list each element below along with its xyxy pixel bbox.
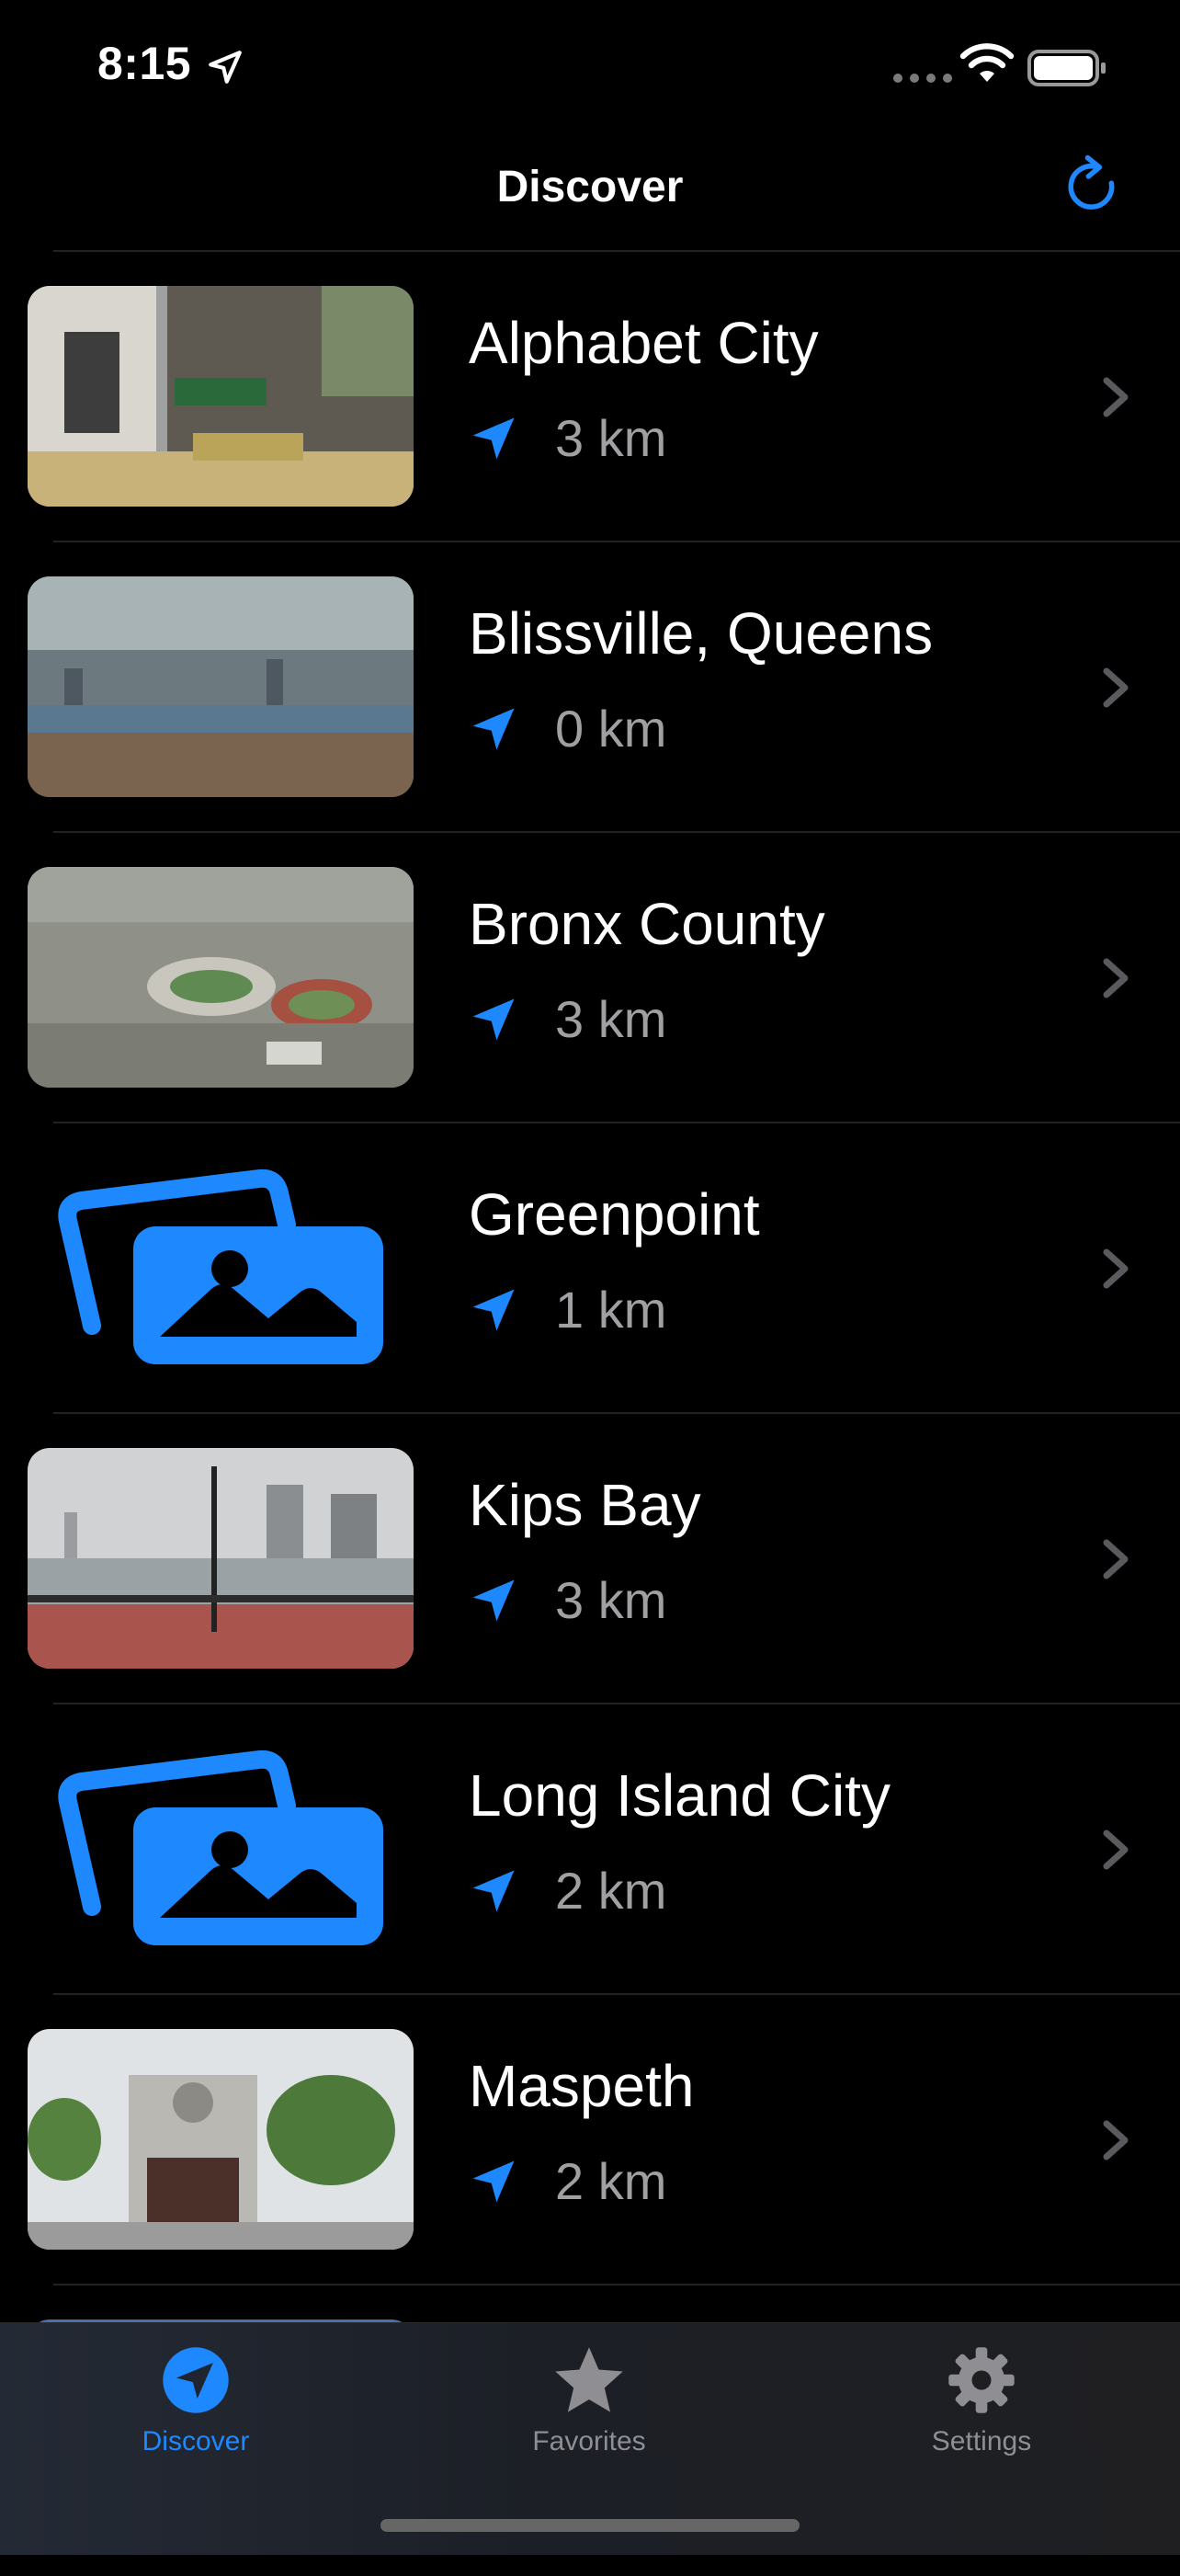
location-arrow-icon xyxy=(472,708,515,749)
chevron-right-icon xyxy=(1103,958,1129,998)
gear-icon xyxy=(948,2347,1015,2413)
location-arrow-icon xyxy=(163,2347,229,2413)
location-arrow-icon xyxy=(472,2160,515,2202)
distance-info: 0 km xyxy=(469,699,666,758)
photo-placeholder-icon xyxy=(58,1169,383,1364)
distance-text: 3 km xyxy=(555,1571,667,1629)
neighborhood-name: Kips Bay xyxy=(469,1472,701,1538)
distance-info: 2 km xyxy=(469,1861,666,1921)
chevron-right-icon xyxy=(1103,1539,1129,1579)
distance-info: 2 km xyxy=(469,2151,666,2211)
location-arrow-icon xyxy=(472,998,515,1040)
distance-text: 2 km xyxy=(555,1862,667,1920)
neighborhood-name: Maspeth xyxy=(469,2053,695,2119)
status-bar: 8:15 xyxy=(0,0,1180,138)
chevron-right-icon xyxy=(1103,2120,1129,2160)
location-arrow-icon xyxy=(472,1870,515,1911)
neighborhood-name: Alphabet City xyxy=(469,310,819,376)
distance-text: 2 km xyxy=(555,2152,667,2210)
tab-label: Settings xyxy=(931,2426,1032,2456)
distance-text: 0 km xyxy=(555,700,667,758)
neighborhood-name: Bronx County xyxy=(469,891,825,957)
chevron-right-icon xyxy=(1103,667,1129,708)
star-icon xyxy=(555,2347,623,2412)
list-item[interactable]: Long Island City 2 km xyxy=(0,1704,1180,1995)
neighborhood-name: Long Island City xyxy=(469,1762,891,1829)
cellular-signal-icon xyxy=(893,74,952,83)
tab-favorites[interactable]: Favorites xyxy=(451,2342,727,2457)
neighborhood-name: Blissville, Queens xyxy=(469,600,934,667)
location-arrow-icon xyxy=(472,1289,515,1330)
location-arrow-icon xyxy=(472,1579,515,1621)
neighborhood-photo xyxy=(28,867,414,1088)
list-item[interactable]: Greenpoint 1 km xyxy=(0,1123,1180,1414)
tab-settings[interactable]: Settings xyxy=(844,2342,1119,2457)
distance-info: 1 km xyxy=(469,1280,666,1339)
neighborhood-name: Greenpoint xyxy=(469,1181,760,1248)
distance-info: 3 km xyxy=(469,408,666,468)
chevron-right-icon xyxy=(1103,377,1129,417)
distance-text: 1 km xyxy=(555,1281,667,1339)
list-item[interactable]: Alphabet City 3 km xyxy=(0,252,1180,542)
neighborhood-photo xyxy=(28,286,414,507)
wifi-icon xyxy=(959,43,1015,82)
neighborhood-photo xyxy=(28,1448,414,1669)
location-services-icon xyxy=(209,51,242,84)
distance-info: 3 km xyxy=(469,989,666,1049)
list-item[interactable]: Maspeth 2 km xyxy=(0,1995,1180,2285)
chevron-right-icon xyxy=(1103,1248,1129,1289)
neighborhood-photo xyxy=(28,576,414,797)
tab-label: Discover xyxy=(142,2426,250,2456)
distance-text: 3 km xyxy=(555,990,667,1048)
location-arrow-icon xyxy=(472,417,515,459)
battery-icon xyxy=(1027,50,1106,86)
list-item[interactable]: Kips Bay 3 km xyxy=(0,1414,1180,1704)
tab-discover[interactable]: Discover xyxy=(58,2342,334,2457)
home-indicator xyxy=(380,2519,800,2532)
list-item[interactable]: Blissville, Queens 0 km xyxy=(0,542,1180,833)
refresh-icon[interactable] xyxy=(1059,153,1127,221)
distance-text: 3 km xyxy=(555,409,667,467)
neighborhood-list[interactable]: Alphabet City 3 km Blissville, Queens 0 … xyxy=(0,252,1180,2576)
page-title: Discover xyxy=(496,163,684,211)
list-item[interactable]: Bronx County 3 km xyxy=(0,833,1180,1123)
status-time: 8:15 xyxy=(97,38,192,89)
distance-info: 3 km xyxy=(469,1570,666,1630)
tab-label: Favorites xyxy=(532,2426,646,2456)
chevron-right-icon xyxy=(1103,1829,1129,1870)
photo-placeholder-icon xyxy=(58,1750,383,1945)
neighborhood-photo xyxy=(28,2029,414,2250)
